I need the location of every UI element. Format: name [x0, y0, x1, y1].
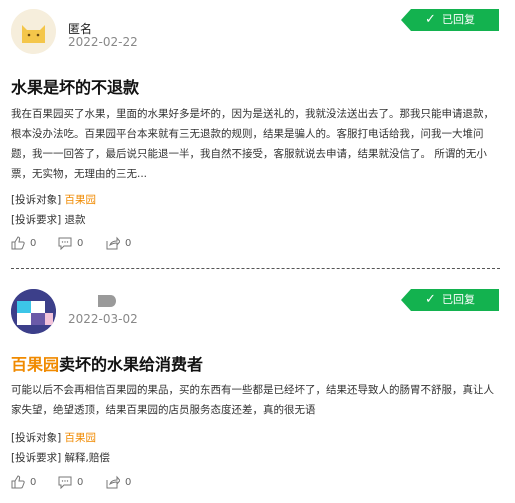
status-badge: ✓ 已回复	[401, 289, 499, 311]
comment-icon	[58, 476, 72, 489]
post-date: 2022-02-22	[68, 35, 138, 49]
avatar[interactable]	[11, 289, 56, 334]
share-button[interactable]: 0	[106, 236, 131, 252]
post-content: 可能以后不会再相信百果园的果品，买的东西有一些都是已经坏了，结果还导致人的肠胃不…	[11, 384, 494, 416]
share-count: 0	[125, 476, 132, 488]
checkmark-icon: ✓	[425, 292, 436, 307]
comment-count: 0	[77, 476, 84, 488]
checkmark-icon: ✓	[425, 12, 436, 27]
request-value: 解释,赔偿	[64, 452, 110, 464]
target-link[interactable]: 百果园	[65, 194, 97, 206]
comment-button[interactable]: 0	[58, 475, 83, 491]
avatar[interactable]	[11, 9, 56, 54]
post-date: 2022-03-02	[68, 312, 138, 326]
complaint-request: [投诉要求] 退款	[11, 212, 86, 227]
title-text: 卖坏的水果给消费者	[59, 355, 204, 374]
comment-icon	[58, 237, 72, 250]
complaint-request: [投诉要求] 解释,赔偿	[11, 450, 110, 465]
complaint-target: [投诉对象] 百果园	[11, 192, 96, 207]
post-title[interactable]: 百果园卖坏的水果给消费者	[11, 351, 203, 375]
cat-avatar-icon	[11, 9, 56, 54]
post-title[interactable]: 水果是坏的不退款	[11, 74, 139, 98]
title-text: 水果是坏的不退款	[11, 78, 140, 97]
post-content: 我在百果园买了水果，里面的水果好多是坏的，因为是送礼的，我就没法送出去了。那我只…	[11, 108, 494, 180]
target-label: [投诉对象]	[11, 432, 62, 444]
like-button[interactable]: 0	[11, 475, 36, 491]
share-icon	[106, 475, 120, 489]
target-label: [投诉对象]	[11, 194, 62, 206]
status-badge: ✓ 已回复	[401, 9, 499, 31]
complaint-card[interactable]: 匿名 2022-02-22 ✓ 已回复 水果是坏的不退款 我在百果园买了水果，里…	[0, 0, 515, 270]
comment-button[interactable]: 0	[58, 236, 83, 252]
divider	[11, 268, 500, 269]
share-button[interactable]: 0	[106, 475, 131, 491]
status-text: 已回复	[442, 13, 475, 26]
like-count: 0	[30, 476, 37, 488]
like-button[interactable]: 0	[11, 236, 36, 252]
share-count: 0	[125, 237, 132, 249]
request-value: 退款	[64, 214, 86, 226]
thumbs-up-icon	[11, 475, 25, 489]
share-icon	[106, 236, 120, 250]
complaint-target: [投诉对象] 百果园	[11, 430, 96, 445]
status-text: 已回复	[442, 293, 475, 306]
complaint-card[interactable]: 2022-03-02 ✓ 已回复 百果园卖坏的水果给消费者 可能以后不会再相信百…	[0, 280, 515, 503]
target-link[interactable]: 百果园	[65, 432, 97, 444]
blurred-username-icon	[98, 295, 116, 307]
comment-count: 0	[77, 237, 84, 249]
request-label: [投诉要求]	[11, 214, 62, 226]
thumbs-up-icon	[11, 236, 25, 250]
pixel-avatar-icon	[11, 289, 56, 334]
request-label: [投诉要求]	[11, 452, 62, 464]
like-count: 0	[30, 237, 37, 249]
title-highlight: 百果园	[11, 355, 60, 374]
